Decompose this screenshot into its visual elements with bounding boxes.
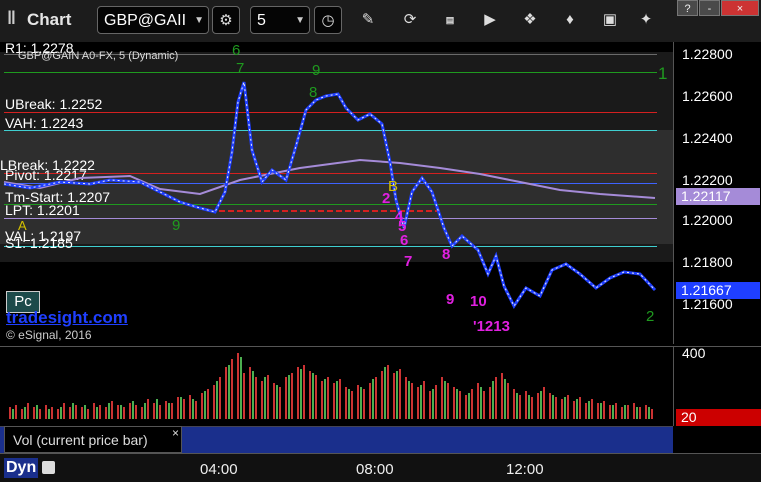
chat-icon[interactable]: ▣	[596, 6, 624, 34]
time-tick: 08:00	[356, 461, 394, 478]
close-button[interactable]: ×	[721, 0, 759, 16]
ma-value-badge: 1.22117	[676, 188, 760, 205]
get-data-icon[interactable]: ▤	[436, 6, 464, 34]
link-icon[interactable]: ♦	[556, 6, 584, 34]
price-tick: 1.22800	[682, 46, 733, 62]
count-label: 10	[470, 293, 487, 310]
time-axis[interactable]: Dyn 04:00 08:00 12:00	[0, 453, 761, 482]
chart-app-icon: ‖	[7, 8, 16, 28]
count-label: 6	[400, 232, 409, 249]
count-label: 2	[382, 190, 391, 207]
interval-value: 5	[257, 12, 266, 29]
price-series	[3, 81, 657, 309]
study-axis-strip	[673, 426, 761, 453]
interval-field[interactable]: 5 ▼	[250, 6, 310, 34]
count-label: 9	[312, 62, 321, 79]
candles-down-trace	[3, 81, 657, 309]
copyright-label: © eSignal, 2016	[6, 328, 92, 342]
refresh-icon[interactable]: ⟳	[396, 6, 424, 34]
count-label: 8	[309, 84, 318, 101]
volume-bars	[9, 353, 653, 419]
compass-icon[interactable]: ❖	[516, 6, 544, 34]
price-tick: 1.22000	[682, 212, 733, 228]
pencil-icon[interactable]: ✎	[354, 6, 382, 34]
chevron-down-icon[interactable]: ▼	[295, 7, 305, 35]
minimize-button[interactable]: -	[699, 0, 720, 16]
count-label: 7	[236, 60, 245, 77]
volume-tick: 400	[682, 345, 706, 361]
symbol-field[interactable]: GBP@GAII ▼	[97, 6, 209, 34]
help-button[interactable]: ?	[677, 0, 698, 16]
last-price-badge: 1.21667	[676, 282, 760, 299]
price-tick: 1.22400	[682, 130, 733, 146]
settings-gear-icon[interactable]: ⚙	[212, 6, 240, 34]
count-label: 7	[404, 253, 413, 270]
symbol-value: GBP@GAII	[104, 12, 187, 29]
price-axis[interactable]: 1.22800 1.22600 1.22400 1.22200 1.22000 …	[673, 42, 761, 344]
dynamic-mode-label[interactable]: Dyn	[4, 458, 39, 478]
price-chart[interactable]: R1: 1.2278 GBP@GAIN A0-FX, 5 (Dynamic) U…	[0, 42, 673, 344]
price-tick: 1.22600	[682, 88, 733, 104]
price-tick: 1.22200	[682, 172, 733, 188]
volume-study-label[interactable]: Vol (current price bar)	[4, 426, 182, 453]
count-label: 1	[658, 64, 668, 83]
count-label: '1213	[473, 318, 510, 335]
count-label: 8	[442, 246, 451, 263]
close-icon[interactable]: ×	[172, 426, 179, 440]
count-label: A	[18, 218, 27, 233]
count-label: 9	[172, 217, 181, 234]
clock-icon[interactable]: ◷	[314, 6, 342, 34]
moving-average-line	[3, 158, 656, 199]
candles-up-trace	[3, 81, 656, 307]
chart-window: ‖ Chart GBP@GAII ▼ ⚙ 5 ▼ ◷ ✎ ⟳ ▤ ▶ ❖ ♦ ▣…	[0, 0, 761, 482]
time-tick: 04:00	[200, 461, 238, 478]
count-label: 2	[646, 308, 655, 325]
tradesight-link[interactable]: tradesight.com	[6, 308, 128, 328]
twitter-icon[interactable]: ✦	[632, 6, 660, 34]
toolbar: ‖ Chart GBP@GAII ▼ ⚙ 5 ▼ ◷ ✎ ⟳ ▤ ▶ ❖ ♦ ▣…	[0, 0, 761, 43]
scroll-icon[interactable]	[42, 461, 55, 474]
volume-axis: 400 20	[673, 345, 761, 427]
volume-current-badge: 20	[676, 409, 761, 426]
window-title: Chart	[27, 10, 72, 29]
play-icon[interactable]: ▶	[476, 6, 504, 34]
count-label: 6	[232, 42, 241, 59]
volume-pane[interactable]	[0, 346, 673, 427]
chevron-down-icon[interactable]: ▼	[194, 7, 204, 35]
count-label: 9	[446, 291, 455, 308]
price-tick: 1.21800	[682, 254, 733, 270]
time-tick: 12:00	[506, 461, 544, 478]
